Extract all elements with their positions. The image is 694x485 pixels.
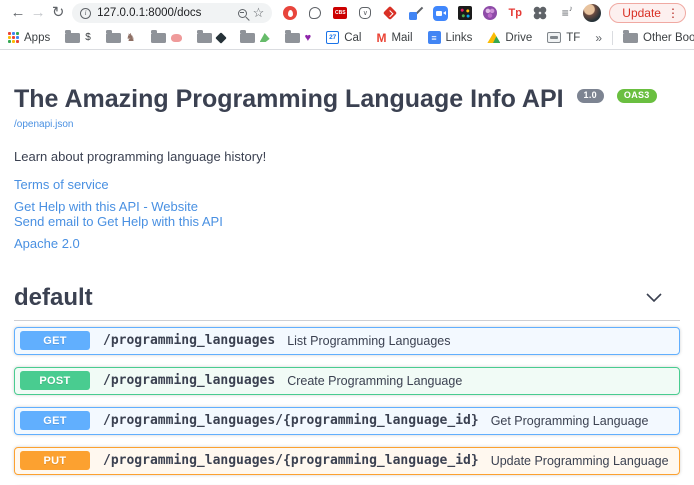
profile-avatar[interactable] xyxy=(583,4,601,22)
send-email-link[interactable]: Send email to Get Help with this API xyxy=(14,214,680,229)
other-bookmarks-label: Other Bookmarks xyxy=(643,32,694,44)
bookmark-folder-dollar[interactable]: $ xyxy=(65,33,91,43)
eyedropper-extension-icon[interactable] xyxy=(407,5,423,21)
bookmark-folder-graduation[interactable] xyxy=(197,33,225,43)
update-button[interactable]: Update ⋮ xyxy=(609,3,686,23)
graduation-cap-icon xyxy=(215,32,226,43)
red-diamond-arrow-extension-icon[interactable] xyxy=(382,5,398,21)
kebab-menu-icon[interactable]: ⋮ xyxy=(667,6,679,20)
endpoint-summary: Update Programming Language xyxy=(491,454,669,468)
endpoint-row-get-list[interactable]: GET /programming_languages List Programm… xyxy=(14,327,680,355)
folder-icon xyxy=(240,33,255,43)
bookmark-apps[interactable]: Apps xyxy=(8,32,50,44)
bookmark-mail[interactable]: M Mail xyxy=(376,31,412,45)
bookmarks-bar: Apps $ ♞ ♥ 27 Cal M Mail ≡ Links Drive xyxy=(0,26,694,50)
tf-icon xyxy=(547,32,561,43)
bookmark-folder-brain[interactable] xyxy=(151,33,182,43)
reload-icon[interactable]: ↻ xyxy=(48,0,68,26)
bookmark-links-label: Links xyxy=(446,32,473,44)
swagger-page: The Amazing Programming Language Info AP… xyxy=(0,50,694,485)
endpoint-row-put-update[interactable]: PUT /programming_languages/{programming_… xyxy=(14,447,680,475)
folder-icon xyxy=(65,33,80,43)
bookmark-star-icon[interactable]: ☆ xyxy=(253,3,265,23)
purple-flower-extension-icon[interactable] xyxy=(482,5,498,21)
drive-icon xyxy=(487,32,500,43)
bookmark-cal-label: Cal xyxy=(344,32,361,44)
bookmark-mail-label: Mail xyxy=(391,32,412,44)
folder-icon xyxy=(197,33,212,43)
update-button-label: Update xyxy=(622,6,661,20)
license-link[interactable]: Apache 2.0 xyxy=(14,236,680,251)
method-badge: PUT xyxy=(20,451,90,470)
bookmark-tf[interactable]: TF xyxy=(547,32,580,44)
version-badge: 1.0 xyxy=(577,89,604,103)
gmail-icon: M xyxy=(376,31,386,45)
page-title: The Amazing Programming Language Info AP… xyxy=(14,86,680,114)
endpoint-summary: Get Programming Language xyxy=(491,414,649,428)
bookmark-drive-label: Drive xyxy=(505,32,532,44)
cbs-extension-icon[interactable]: CBS xyxy=(332,5,348,21)
links-icon: ≡ xyxy=(428,31,441,44)
site-info-icon[interactable]: i xyxy=(80,8,91,19)
red-circle-extension-icon[interactable] xyxy=(282,5,298,21)
terms-of-service-link[interactable]: Terms of service xyxy=(14,177,680,192)
api-title-text: The Amazing Programming Language Info AP… xyxy=(14,85,564,113)
back-icon[interactable]: ← xyxy=(8,0,28,26)
apps-grid-icon xyxy=(8,32,19,43)
tp-extension-icon[interactable]: Tp xyxy=(507,5,523,21)
endpoint-summary: Create Programming Language xyxy=(287,374,462,388)
folder-icon xyxy=(623,33,638,43)
oas3-badge: OAS3 xyxy=(617,89,657,103)
video-camera-extension-icon[interactable] xyxy=(432,5,448,21)
bookmark-links[interactable]: ≡ Links xyxy=(428,31,473,44)
forward-icon[interactable]: → xyxy=(28,0,48,26)
endpoint-row-get-one[interactable]: GET /programming_languages/{programming_… xyxy=(14,407,680,435)
bookmark-cal[interactable]: 27 Cal xyxy=(326,31,361,44)
section-title: default xyxy=(14,284,93,312)
chat-bubble-extension-icon[interactable] xyxy=(307,5,323,21)
bookmark-tf-label: TF xyxy=(566,32,580,44)
bookmark-folder-horse[interactable]: ♞ xyxy=(106,33,136,43)
bookmark-drive[interactable]: Drive xyxy=(487,32,532,44)
method-badge: POST xyxy=(20,371,90,390)
extensions-row: CBS ∨ Tp ≡♪ xyxy=(282,5,573,21)
bookmarks-divider xyxy=(612,31,613,45)
chevron-down-icon[interactable] xyxy=(646,293,662,302)
bookmarks-overflow-chevron[interactable]: » xyxy=(595,31,602,45)
endpoint-path: /programming_languages xyxy=(103,373,275,388)
green-leaf-icon xyxy=(260,33,270,42)
folder-icon xyxy=(106,33,121,43)
endpoint-summary: List Programming Languages xyxy=(287,334,450,348)
music-playlist-extension-icon[interactable]: ≡♪ xyxy=(557,5,573,21)
bookmark-apps-label: Apps xyxy=(24,32,50,44)
method-badge: GET xyxy=(20,331,90,350)
method-badge: GET xyxy=(20,411,90,430)
dollar-accessory: $ xyxy=(85,33,91,43)
address-bar[interactable]: i 127.0.0.1:8000/docs ☆ xyxy=(72,3,272,23)
endpoint-row-post-create[interactable]: POST /programming_languages Create Progr… xyxy=(14,367,680,395)
folder-icon xyxy=(151,33,166,43)
endpoint-path: /programming_languages/{programming_lang… xyxy=(103,453,479,468)
calendar-icon: 27 xyxy=(326,31,339,44)
horse-icon: ♞ xyxy=(126,33,136,43)
bookmark-folder-heart[interactable]: ♥ xyxy=(285,32,312,44)
brain-icon xyxy=(171,34,182,42)
browser-toolbar: ← → ↻ i 127.0.0.1:8000/docs ☆ CBS ∨ Tp ≡… xyxy=(0,0,694,26)
confetti-grid-extension-icon[interactable] xyxy=(457,5,473,21)
openapi-json-link[interactable]: /openapi.json xyxy=(14,119,74,130)
api-description: Learn about programming language history… xyxy=(14,149,680,164)
gray-puzzle-extension-icon[interactable] xyxy=(532,5,548,21)
bookmark-folder-green[interactable] xyxy=(240,33,270,43)
purple-heart-icon: ♥ xyxy=(305,32,312,44)
endpoint-path: /programming_languages xyxy=(103,333,275,348)
pocket-extension-icon[interactable]: ∨ xyxy=(357,5,373,21)
endpoint-path: /programming_languages/{programming_lang… xyxy=(103,413,479,428)
zoom-out-icon[interactable] xyxy=(238,9,247,18)
section-header-default[interactable]: default xyxy=(14,284,680,321)
get-help-website-link[interactable]: Get Help with this API - Website xyxy=(14,199,680,214)
url-text[interactable]: 127.0.0.1:8000/docs xyxy=(97,7,231,19)
other-bookmarks[interactable]: Other Bookmarks xyxy=(623,32,694,44)
folder-icon xyxy=(285,33,300,43)
